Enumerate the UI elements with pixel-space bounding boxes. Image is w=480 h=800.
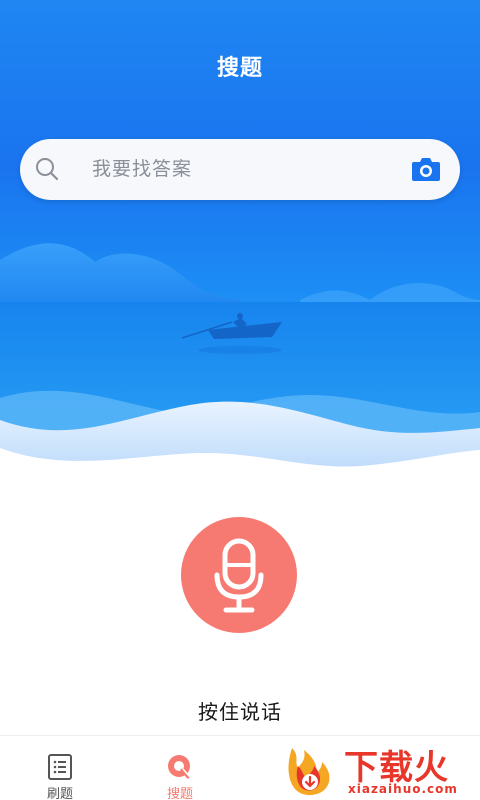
watermark-url: xiazaihuo.com [348, 782, 458, 796]
flame-logo-icon [288, 748, 330, 796]
tab-label: 刷题 [46, 787, 73, 800]
download-site-watermark: 下载火 xiazaihuo.com [280, 738, 480, 800]
search-input[interactable]: 我要找答案 [92, 139, 192, 200]
tab-practice[interactable]: 刷题 [20, 736, 100, 800]
page-title: 搜题 [216, 56, 263, 81]
search-icon [36, 158, 59, 181]
tab-label: 搜题 [166, 787, 193, 800]
list-document-icon [48, 754, 72, 780]
hold-to-talk-label: 按住说话 [198, 700, 282, 724]
tab-search[interactable]: 搜题 [140, 736, 220, 800]
search-bar[interactable]: 我要找答案 [20, 139, 460, 200]
microphone-icon [214, 538, 264, 613]
search-tab-icon [168, 755, 190, 779]
hold-to-talk-button[interactable] [181, 517, 297, 633]
search-screen: 搜题 我要找答案 按住说话 刷题 搜题 下载火 xiazaihuo.com [0, 0, 480, 800]
camera-icon[interactable] [411, 155, 441, 183]
